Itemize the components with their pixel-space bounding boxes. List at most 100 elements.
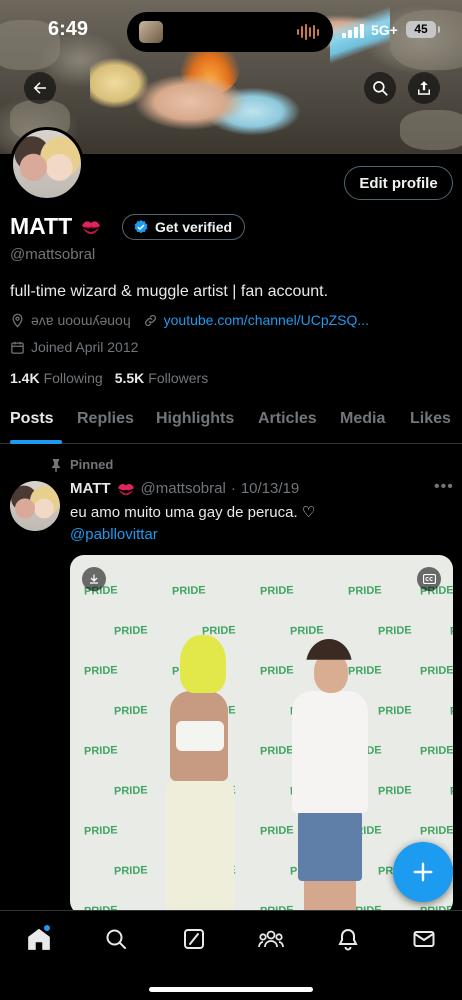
captions-icon: [422, 574, 436, 584]
backdrop-logo: PRIDE: [419, 744, 453, 758]
tab-media[interactable]: Media: [340, 410, 385, 428]
back-button[interactable]: [24, 72, 56, 104]
profile-joined: Joined April 2012: [10, 339, 138, 355]
profile-website-link[interactable]: youtube.com/channel/UCpZSQ...: [164, 312, 369, 328]
display-name: MATT: [10, 213, 102, 240]
arrow-left-icon: [33, 82, 46, 94]
pin-icon: [52, 458, 60, 472]
display-name-text: MATT: [10, 213, 73, 239]
dynamic-island[interactable]: [127, 12, 333, 52]
status-bar: 6:49 5G+ 45: [0, 0, 462, 60]
backdrop-logo: PRIDE: [83, 664, 118, 678]
tweet-separator: ·: [230, 480, 236, 497]
nav-messages[interactable]: [410, 925, 438, 953]
cellular-signal-icon: [342, 24, 364, 38]
grok-icon: [184, 929, 204, 949]
pinned-indicator: Pinned: [50, 457, 113, 472]
new-content-dot: [44, 925, 50, 931]
captions-button[interactable]: [417, 567, 441, 591]
search-icon: [106, 929, 126, 949]
backdrop-logo: PRIDE: [113, 784, 148, 798]
tweet-author-name[interactable]: MATT: [70, 480, 111, 497]
nav-explore[interactable]: [102, 925, 130, 953]
kiss-mark-icon: [117, 483, 134, 495]
tweet-text: eu amo muito uma gay de peruca. ♡: [70, 504, 316, 521]
profile-meta: ǝʌɐ uooɯʎǝuoɥ youtube.com/channel/UCpZSQ…: [10, 312, 369, 328]
tweet-author-avatar[interactable]: [10, 481, 60, 531]
download-icon: [90, 574, 98, 584]
backdrop-logo: PRIDE: [347, 584, 382, 598]
following-label: Following: [43, 370, 103, 386]
kiss-mark-icon: [82, 220, 101, 234]
backdrop-logo: PRIDE: [449, 624, 453, 638]
backdrop-logo: PRIDE: [377, 784, 412, 798]
compose-post-button[interactable]: [393, 842, 453, 902]
followers-link[interactable]: 5.5K Followers: [115, 370, 208, 386]
audio-waveform-icon: [297, 24, 319, 40]
network-type: 5G+: [371, 22, 398, 38]
location-pin-icon: [12, 313, 23, 328]
profile-bio: full-time wizard & muggle artist | fan a…: [10, 283, 329, 300]
backdrop-logo: PRIDE: [377, 704, 412, 718]
tab-highlights[interactable]: Highlights: [156, 410, 234, 428]
backdrop-logo: PRIDE: [113, 704, 148, 718]
backdrop-logo: PRIDE: [113, 864, 148, 878]
followers-label: Followers: [148, 370, 209, 386]
profile-tabs: Posts Replies Highlights Articles Media …: [0, 398, 462, 444]
tab-articles[interactable]: Articles: [258, 410, 317, 428]
follow-stats: 1.4K Following 5.5K Followers: [10, 370, 208, 386]
joined-date: Joined April 2012: [31, 339, 139, 355]
calendar-icon: [11, 341, 24, 354]
now-playing-artwork: [139, 21, 163, 43]
search-icon: [373, 81, 388, 96]
backdrop-logo: PRIDE: [83, 824, 118, 838]
verified-badge-icon: [134, 220, 148, 234]
profile-handle: @mattsobral: [10, 246, 96, 263]
messages-icon: [413, 931, 435, 947]
backdrop-logo: PRIDE: [259, 584, 294, 598]
backdrop-logo: PRIDE: [449, 784, 453, 798]
tab-likes[interactable]: Likes: [410, 410, 451, 428]
link-icon: [144, 314, 156, 326]
following-link[interactable]: 1.4K Following: [10, 370, 103, 386]
communities-icon: [258, 930, 284, 948]
profile-location: ǝʌɐ uooɯʎǝuoɥ: [31, 312, 131, 328]
tab-replies[interactable]: Replies: [77, 410, 134, 428]
share-icon: [418, 81, 430, 95]
get-verified-label: Get verified: [155, 219, 233, 235]
tweet-author-handle[interactable]: @mattsobral: [141, 480, 226, 497]
following-count: 1.4K: [10, 370, 40, 386]
video-person-left: [162, 635, 252, 915]
backdrop-logo: PRIDE: [83, 744, 118, 758]
clock: 6:49: [48, 18, 89, 40]
backdrop-logo: PRIDE: [113, 624, 148, 638]
search-profile-button[interactable]: [364, 72, 396, 104]
backdrop-logo: PRIDE: [449, 704, 453, 718]
followers-count: 5.5K: [114, 370, 145, 386]
notifications-icon: [338, 928, 358, 951]
backdrop-logo: PRIDE: [377, 624, 412, 638]
tweet-mention-link[interactable]: @pabllovittar: [70, 526, 158, 543]
download-button[interactable]: [82, 567, 106, 591]
backdrop-logo: PRIDE: [419, 664, 453, 678]
backdrop-logo: PRIDE: [171, 584, 206, 598]
get-verified-button[interactable]: Get verified: [122, 214, 246, 240]
share-button[interactable]: [408, 72, 440, 104]
active-tab-indicator: [10, 440, 62, 444]
bottom-navigation: [0, 910, 462, 1000]
nav-notifications[interactable]: [334, 925, 362, 953]
plus-icon: [413, 862, 433, 882]
edit-profile-button[interactable]: Edit profile: [344, 166, 453, 200]
tab-posts[interactable]: Posts: [10, 410, 54, 428]
backdrop-logo: PRIDE: [419, 824, 453, 838]
tweet-header: MATT @mattsobral · 10/13/19: [70, 480, 299, 497]
tweet-date[interactable]: 10/13/19: [241, 480, 299, 497]
pinned-label: Pinned: [70, 457, 114, 472]
video-person-right: [278, 635, 378, 915]
nav-communities[interactable]: [257, 925, 285, 953]
home-indicator: [149, 987, 313, 992]
battery-icon: 45: [406, 21, 440, 38]
nav-grok[interactable]: [180, 925, 208, 953]
profile-avatar[interactable]: [10, 127, 84, 201]
more-options-icon[interactable]: •••: [434, 478, 454, 496]
